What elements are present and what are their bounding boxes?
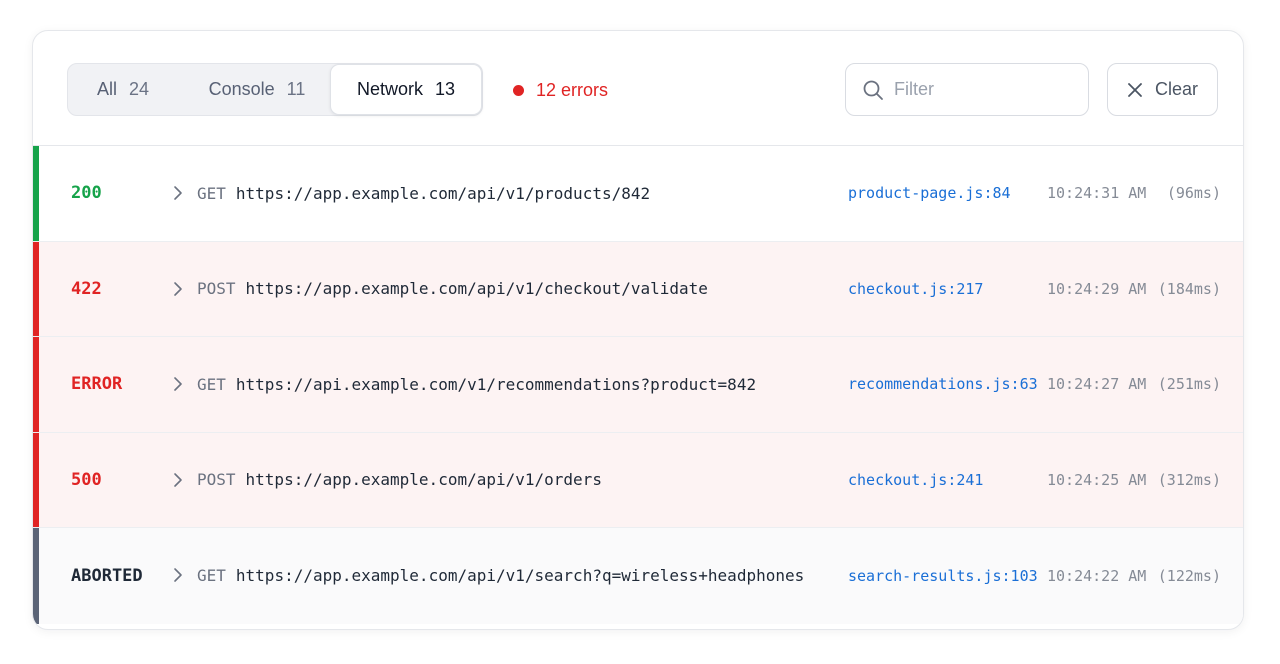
timestamp: 10:24:27 AM bbox=[1047, 375, 1147, 394]
table-row[interactable]: 422 POST https://app.example.com/api/v1/… bbox=[33, 241, 1243, 337]
duration: (251ms) bbox=[1157, 375, 1221, 394]
filter-tabs: All 24 Console 11 Network 13 bbox=[67, 63, 483, 116]
duration: (312ms) bbox=[1157, 470, 1221, 489]
request-url: https://api.example.com/v1/recommendatio… bbox=[235, 374, 757, 394]
request-method: POST bbox=[197, 279, 236, 299]
tab-all-label: All bbox=[96, 79, 117, 99]
tab-all-count: 24 bbox=[128, 79, 150, 99]
status-bar bbox=[33, 337, 39, 432]
clear-button[interactable]: Clear bbox=[1107, 63, 1218, 116]
status-code: ABORTED bbox=[71, 565, 143, 586]
source-link[interactable]: checkout.js:217 bbox=[848, 242, 983, 337]
request-method: POST bbox=[197, 470, 236, 490]
chevron-right-icon[interactable] bbox=[173, 470, 185, 490]
request-url: https://app.example.com/api/v1/orders bbox=[245, 470, 602, 490]
duration: (122ms) bbox=[1157, 566, 1221, 585]
source-link[interactable]: checkout.js:241 bbox=[848, 433, 983, 528]
request-url: https://app.example.com/api/v1/search?q=… bbox=[235, 566, 805, 586]
status-bar bbox=[33, 241, 39, 336]
chevron-right-icon[interactable] bbox=[173, 565, 185, 585]
request-line: POST https://app.example.com/api/v1/orde… bbox=[197, 433, 602, 528]
chevron-right-icon[interactable] bbox=[173, 279, 185, 299]
status-code: 500 bbox=[71, 469, 102, 490]
source-link[interactable]: recommendations.js:63 bbox=[848, 337, 1038, 432]
source-link[interactable]: search-results.js:103 bbox=[848, 528, 1038, 624]
tab-console[interactable]: Console 11 bbox=[186, 64, 328, 115]
tab-network[interactable]: Network 13 bbox=[330, 64, 482, 115]
error-dot-icon bbox=[513, 84, 524, 96]
search-icon bbox=[863, 80, 883, 100]
timestamp: 10:24:31 AM bbox=[1047, 184, 1147, 203]
chevron-right-icon[interactable] bbox=[173, 374, 185, 394]
request-list: 200 GET https://app.example.com/api/v1/p… bbox=[33, 146, 1243, 624]
status-bar bbox=[33, 528, 39, 624]
duration: (184ms) bbox=[1157, 279, 1221, 298]
request-method: GET bbox=[197, 183, 226, 203]
timestamp: 10:24:25 AM bbox=[1047, 470, 1147, 489]
request-line: GET https://app.example.com/api/v1/produ… bbox=[197, 146, 650, 241]
status-code: 200 bbox=[71, 183, 102, 204]
tab-console-count: 11 bbox=[286, 79, 306, 99]
filter-box bbox=[845, 63, 1089, 116]
chevron-right-icon[interactable] bbox=[173, 183, 185, 203]
request-method: GET bbox=[197, 566, 226, 586]
request-line: POST https://app.example.com/api/v1/chec… bbox=[197, 242, 708, 337]
tab-console-label: Console bbox=[208, 79, 275, 99]
status-code: 422 bbox=[71, 278, 102, 299]
table-row[interactable]: 500 POST https://app.example.com/api/v1/… bbox=[33, 432, 1243, 528]
table-row[interactable]: ABORTED GET https://app.example.com/api/… bbox=[33, 528, 1243, 624]
timestamp: 10:24:29 AM bbox=[1047, 279, 1147, 298]
table-row[interactable]: 200 GET https://app.example.com/api/v1/p… bbox=[33, 146, 1243, 242]
clear-button-label: Clear bbox=[1154, 79, 1198, 99]
request-line: GET https://api.example.com/v1/recommend… bbox=[197, 337, 756, 432]
request-line: GET https://app.example.com/api/v1/searc… bbox=[197, 528, 804, 624]
error-count-indicator: 12 errors bbox=[513, 77, 608, 103]
filter-input[interactable] bbox=[894, 79, 1074, 100]
status-bar bbox=[33, 432, 39, 527]
error-count-label: 12 errors bbox=[536, 79, 609, 100]
timestamp: 10:24:22 AM bbox=[1047, 566, 1147, 585]
source-link[interactable]: product-page.js:84 bbox=[848, 146, 1011, 241]
request-url: https://app.example.com/api/v1/checkout/… bbox=[245, 279, 708, 299]
network-log-panel: All 24 Console 11 Network 13 12 errors F… bbox=[32, 30, 1244, 630]
toolbar: All 24 Console 11 Network 13 12 errors F… bbox=[33, 31, 1243, 146]
tab-all[interactable]: All 24 bbox=[68, 64, 178, 115]
status-code: ERROR bbox=[71, 374, 123, 395]
table-row[interactable]: ERROR GET https://api.example.com/v1/rec… bbox=[33, 337, 1243, 433]
request-method: GET bbox=[197, 374, 226, 394]
request-url: https://app.example.com/api/v1/products/… bbox=[235, 183, 651, 203]
close-icon bbox=[1128, 82, 1142, 97]
status-bar bbox=[33, 146, 39, 241]
tab-network-count: 13 bbox=[434, 79, 456, 99]
tab-network-label: Network bbox=[356, 79, 423, 99]
duration: (96ms) bbox=[1166, 184, 1221, 203]
